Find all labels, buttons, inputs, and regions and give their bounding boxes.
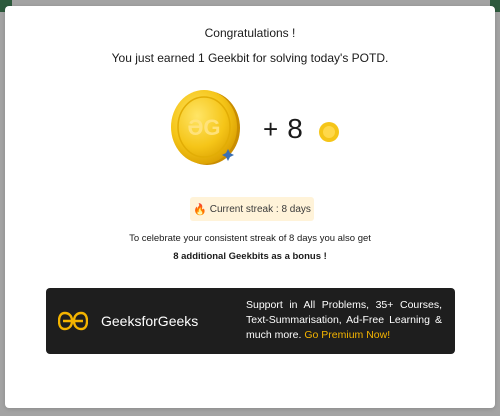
celebrate-text: To celebrate your consistent streak of 8… [129, 233, 371, 244]
reward-amount: + 8 [263, 113, 304, 145]
promo-description: Support in All Problems, 35+ Courses, Te… [246, 298, 442, 343]
fire-icon: 🔥 [193, 203, 207, 216]
modal-subtitle: You just earned 1 Geekbit for solving to… [111, 51, 389, 65]
go-premium-link[interactable]: Go Premium Now! [304, 329, 390, 341]
gfg-coin-icon: ƏG [171, 90, 240, 165]
coin-icon [319, 122, 339, 142]
reward-modal: Congratulations ! You just earned 1 Geek… [5, 6, 495, 408]
svg-text:ƏG: ƏG [187, 115, 220, 140]
plus-sign: + [263, 113, 280, 144]
bonus-text: 8 additional Geekbits as a bonus ! [173, 251, 327, 262]
premium-promo-banner[interactable]: GeeksforGeeks Support in All Problems, 3… [46, 288, 455, 354]
promo-brand-name: GeeksforGeeks [101, 313, 199, 329]
gfg-logo-icon [58, 311, 88, 331]
streak-label: Current streak : 8 days [209, 203, 311, 215]
modal-title: Congratulations ! [204, 26, 296, 40]
streak-badge: 🔥 Current streak : 8 days [190, 197, 314, 221]
reward-count: 8 [287, 113, 304, 144]
